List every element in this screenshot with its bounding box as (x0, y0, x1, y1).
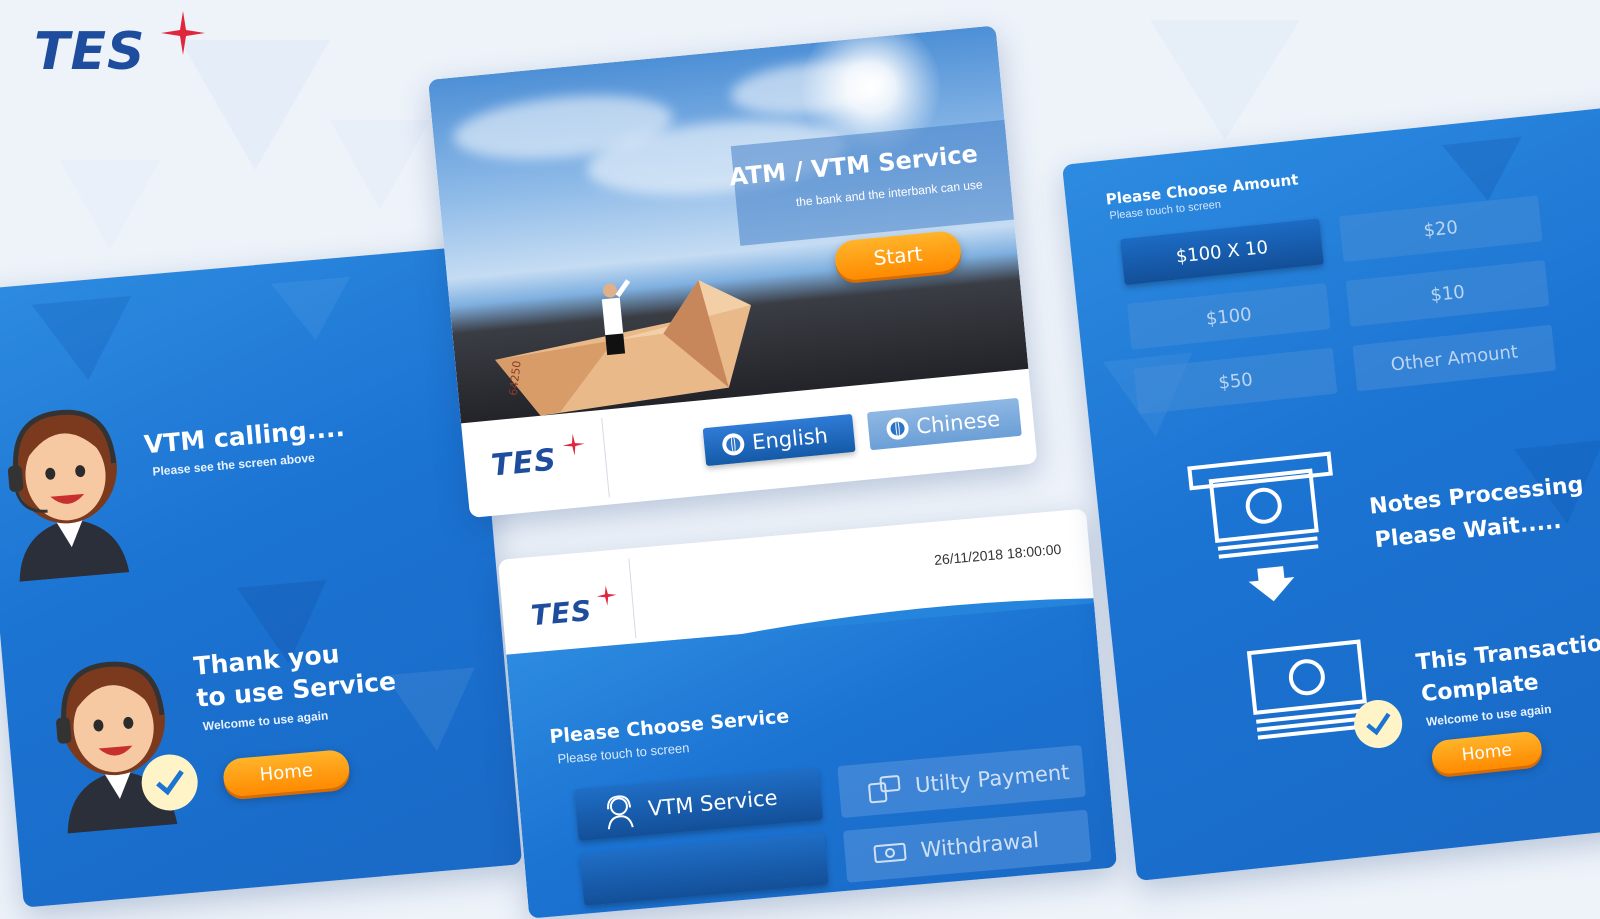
english-button[interactable]: English (702, 413, 856, 467)
logo-star-icon (562, 433, 585, 456)
call-agent-avatar (7, 409, 130, 582)
utility-payment-label: Utilty Payment (914, 760, 1071, 798)
datetime-display: 26/11/2018 18:00:00 (933, 540, 1062, 568)
payment-icon (868, 775, 901, 804)
agent-icon (607, 795, 634, 830)
cash-dispense-icon (1187, 451, 1333, 602)
chinese-label: Chinese (915, 406, 1002, 439)
welcome-screen: ATM / VTM Service the bank and the inter… (428, 25, 1038, 518)
brand-logo: TES (34, 11, 205, 82)
start-button[interactable]: Start (833, 229, 963, 282)
withdrawal-label: Withdrawal (919, 827, 1040, 863)
hero-image: ATM / VTM Service the bank and the inter… (428, 25, 1029, 424)
logo-text: TES (34, 22, 146, 82)
choose-service-screen: TES 26/11/2018 18:00:00 Please Choose Se… (498, 508, 1118, 919)
amount-processing-screen: Please Choose Amount Please touch to scr… (1062, 104, 1600, 882)
logo-star-icon (161, 11, 205, 55)
logo-text-small: TES (489, 442, 559, 484)
globe-icon (721, 432, 746, 457)
globe-icon (885, 416, 910, 441)
tes-logo-small: TES (489, 433, 585, 484)
english-label: English (751, 423, 829, 455)
vtm-service-label: VTM Service (647, 785, 779, 821)
logo-star-icon (596, 585, 617, 606)
chinese-button[interactable]: Chinese (866, 397, 1022, 451)
vtm-calling-screen: VTM calling.... Please see the screen ab… (0, 246, 523, 908)
cash-icon (873, 842, 907, 864)
